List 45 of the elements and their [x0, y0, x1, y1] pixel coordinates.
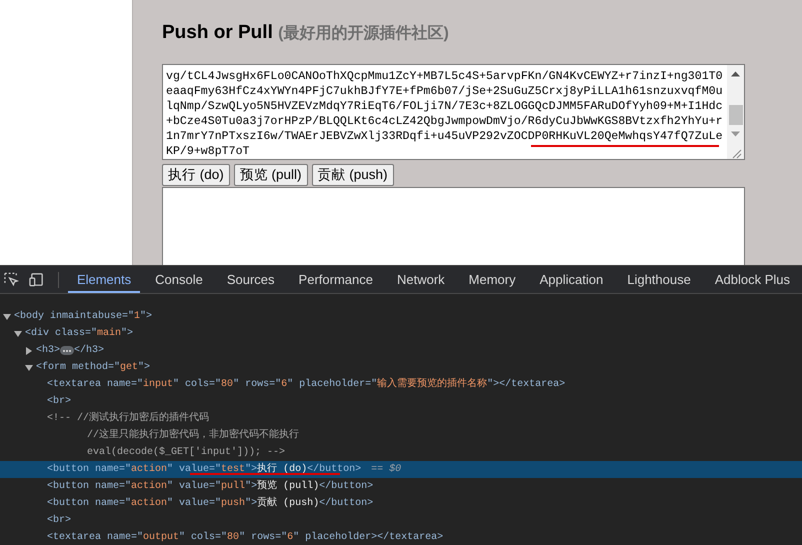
devtools-tab[interactable]: Console — [146, 266, 212, 293]
page-title: Push or Pull — [162, 22, 273, 43]
action-button[interactable]: 执行 (do) — [162, 164, 230, 186]
devtools-tab[interactable]: Sources — [218, 266, 284, 293]
action-button[interactable]: 预览 (pull) — [234, 164, 308, 186]
inspect-icon[interactable] — [4, 272, 20, 288]
dom-node-line[interactable]: <br> — [0, 393, 802, 410]
output-field[interactable] — [162, 187, 745, 265]
dom-node-line[interactable]: <form method="get"> — [0, 359, 802, 376]
dom-node-line[interactable]: <br> — [0, 512, 802, 529]
expanded-triangle-icon[interactable] — [14, 330, 22, 338]
action-button[interactable]: 贡献 (push) — [312, 164, 394, 186]
input-text-line: vg/tCL4JwsgHx6FLo0CANOoThXQcpMmu1ZcY+MB7L5c4S+5arvpFKn/GN4KvCEWYZ+r7inzI+ng301T0 — [166, 69, 723, 84]
devtools-tab[interactable]: Elements — [68, 266, 140, 293]
devtools-tab[interactable]: Application — [530, 266, 612, 293]
devtools-tab[interactable]: Network — [388, 266, 454, 293]
input-field[interactable] — [162, 64, 745, 160]
input-text-line: +bCze4S0Tu0a3j7orHPzP/BLQQLKt6c4cLZ42QbgJwmpowDmVjo/R6dyCuJbWwKGS8BVtzxfh2YhYu+r — [166, 114, 723, 129]
page-subtitle: (最好用的开源插件社区) — [278, 25, 449, 42]
dom-node-line[interactable]: <textarea name="output" cols="80" rows="6" placeholder></textarea> — [0, 529, 802, 545]
dom-node-line[interactable]: <textarea name="input" cols="80" rows="6" placeholder="输入需要预览的插件名称"></textarea> — [0, 376, 802, 393]
dom-node-line[interactable]: <div class="main"> — [0, 325, 802, 342]
devtools-tab[interactable]: Performance — [290, 266, 382, 293]
dom-node-line[interactable]: <body inmaintabuse="1"> — [0, 308, 802, 325]
scrollbar-thumb[interactable] — [728, 105, 742, 125]
dom-node-line[interactable]: <h3> </h3> — [0, 342, 802, 359]
dom-node-line[interactable]: <!-- //测试执行加密后的插件代码 — [0, 410, 802, 427]
devtools-tab[interactable]: Memory — [460, 266, 525, 293]
input-text-line: lqNmp/SzwQLyo5N5HVZEVzMdqY7RiEqT6/FOLji7N/7E3c+8ZLOGGQcDJMM5FARuDOfYyh09+M+I1Hdc — [166, 99, 723, 114]
devtools-tab[interactable]: Lighthouse — [618, 266, 700, 293]
expanded-triangle-icon[interactable] — [3, 312, 11, 320]
dom-node-line[interactable]: <button name="action" value="push">贡献 (push)</button> — [0, 495, 802, 512]
expanded-triangle-icon[interactable] — [25, 364, 33, 372]
scroll-up-icon[interactable] — [731, 70, 740, 76]
collapsed-triangle-icon[interactable] — [25, 346, 33, 354]
ellipsis-badge-icon[interactable] — [60, 346, 74, 355]
input-text-line: eaaqFmy63HfCz4xYWYn4PFjC7ukhBJfY7E+fPm6b07/jSe+2SuGuZ5Crxj8yPiLLA1h61snzuxvqfM0u — [166, 84, 723, 99]
scrollbar[interactable] — [727, 65, 744, 159]
dom-node-line[interactable]: //这里只能执行加密代码，非加密代码不能执行 — [0, 427, 802, 444]
dom-node-line[interactable]: <button name="action" value="pull">预览 (pull)</button> — [0, 478, 802, 495]
input-text-line: KP/9+w8pT7oT — [166, 144, 250, 159]
input-text-line: 1n7mrY7nPTxszI6w/TWAErJEBVZwXlj33RDqfi+u45uVP292vZOCDP0RHKuVL20QeMwhqsY47fQ7ZuLe — [166, 129, 723, 144]
devtools-tab[interactable]: Adblock Plus — [706, 266, 799, 293]
device-toggle-icon[interactable] — [29, 272, 46, 288]
dom-node-line[interactable]: eval(decode($_GET['input'])); --> — [0, 444, 802, 461]
